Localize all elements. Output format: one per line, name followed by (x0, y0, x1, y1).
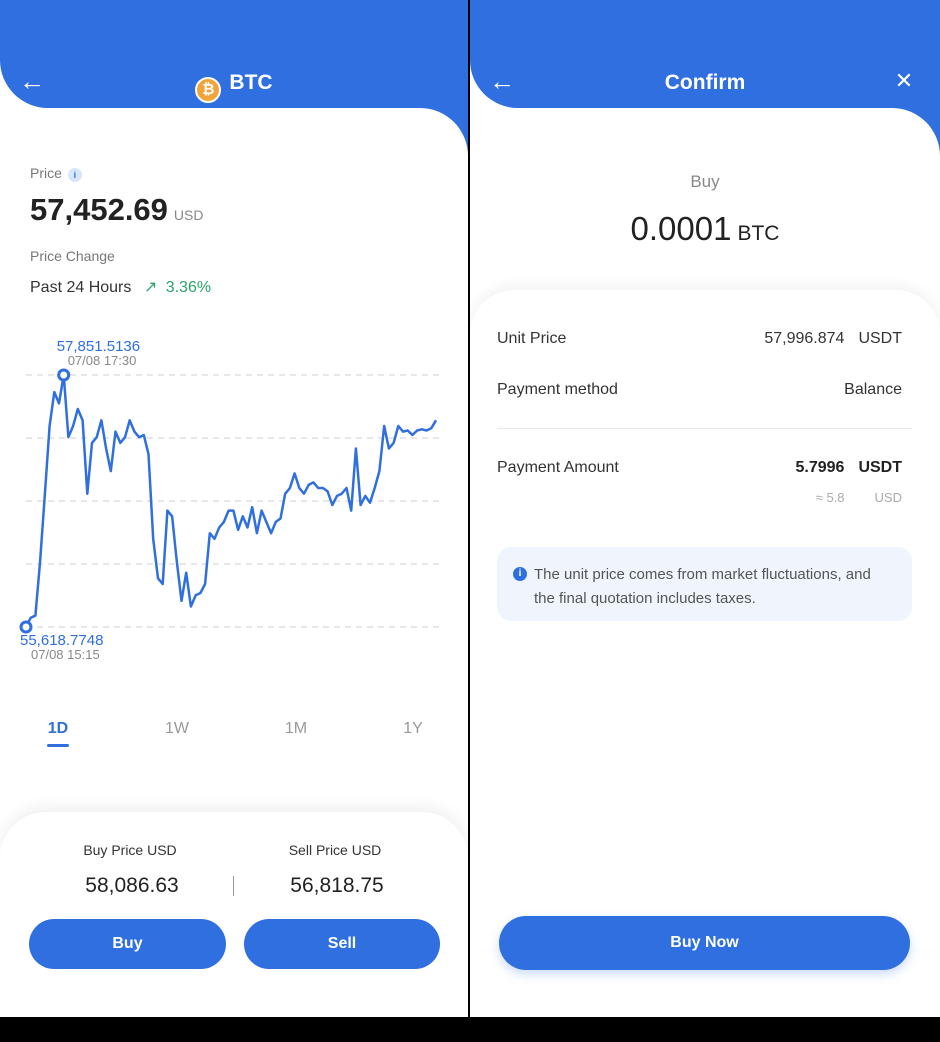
payment-amount-label: Payment Amount (497, 459, 619, 476)
info-icon: i (513, 567, 527, 581)
payment-details-card: Unit Price 57,996.874 USDT Payment method… (470, 290, 940, 950)
close-icon[interactable]: ✕ (888, 66, 920, 96)
note-text: The unit price comes from market fluctua… (534, 566, 871, 607)
buy-price-label: Buy Price USD (83, 842, 177, 858)
info-note: i The unit price comes from market fluct… (497, 547, 912, 621)
current-price: 57,452.69 USD (30, 192, 204, 227)
unit-price-value: 57,996.874 USDT (764, 330, 902, 347)
buy-label: Buy (690, 172, 720, 191)
price-divider (233, 876, 234, 896)
payment-method-label: Payment method (497, 381, 618, 398)
sell-button[interactable]: Sell (244, 919, 440, 969)
btc-detail-screen: ← ₿ BTC Price i 57,452.69 USD Price Change … (0, 0, 468, 1042)
system-nav-bar (470, 1017, 940, 1042)
unit-price-label: Unit Price (497, 330, 567, 347)
payment-amount-value: 5.7996 USDT (795, 459, 903, 476)
price-change-row: Past 24 Hours ↗ 3.36% (30, 279, 212, 296)
sell-price-value: 56,818.75 (290, 874, 384, 897)
buy-amount: 0.0001 BTC (630, 210, 780, 247)
system-nav-bar (0, 1017, 468, 1042)
info-icon[interactable]: i (67, 168, 82, 182)
trade-panel: Buy Price USD Sell Price USD 58,086.63 5… (0, 812, 468, 1017)
price-change-percent: 3.36% (165, 279, 212, 296)
tab-1y[interactable]: 1Y (383, 720, 443, 738)
tab-1m[interactable]: 1M (266, 720, 326, 738)
approx-usd-value: ≈ 5.8 USD (815, 490, 902, 505)
extreme-time-label: 07/08 17:30 (68, 353, 137, 368)
price-line (24, 373, 438, 628)
payment-method-value: Balance (844, 381, 902, 398)
extreme-point-marker (57, 368, 71, 382)
divider (497, 428, 912, 429)
tab-1w[interactable]: 1W (147, 720, 207, 738)
tab-1d[interactable]: 1D (28, 720, 88, 747)
price-change-label: Price Change (30, 248, 115, 264)
page-title: ₿ BTC (0, 68, 468, 103)
buy-button[interactable]: Buy (29, 919, 226, 969)
confirm-screen: ← Confirm ✕ Buy 0.0001 BTC Unit Price 57,… (470, 0, 940, 1042)
bitcoin-icon: ₿ (195, 77, 222, 103)
price-chart: 57,851.513607/08 17:3055,618.774807/08 1… (19, 338, 442, 662)
buy-now-button[interactable]: Buy Now (499, 916, 910, 970)
sell-price-label: Sell Price USD (288, 842, 382, 858)
trend-up-icon: ↗ (143, 279, 158, 296)
buy-price-value: 58,086.63 (85, 874, 179, 897)
page-title: Confirm (664, 71, 746, 94)
price-label: Price i (30, 165, 82, 182)
extreme-time-label: 07/08 15:15 (31, 647, 100, 662)
extreme-point-marker (19, 620, 33, 634)
